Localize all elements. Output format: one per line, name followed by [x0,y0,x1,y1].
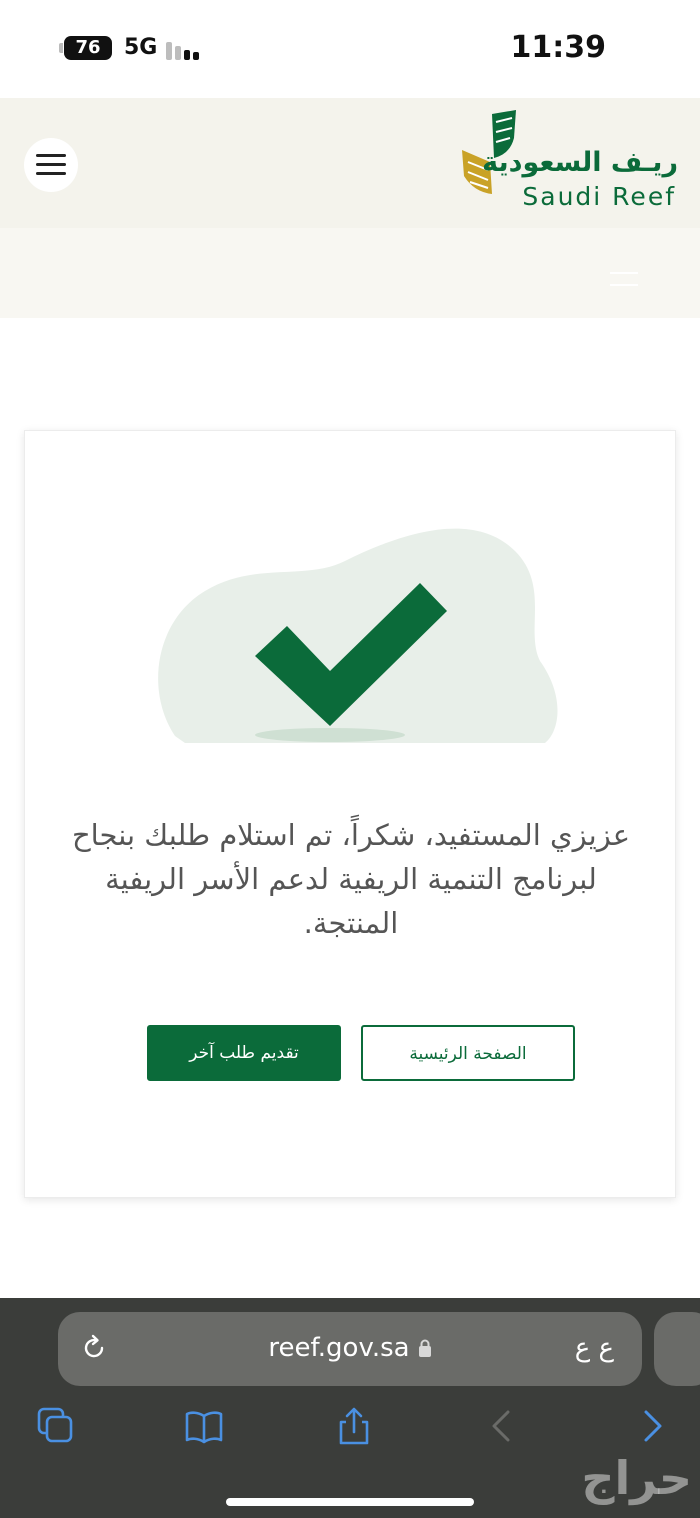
browser-toolbar: reef.gov.sa ع ع حراج [0,1298,700,1518]
signal-icon [166,36,206,60]
bookmarks-icon[interactable] [184,1406,224,1446]
url-display[interactable]: reef.gov.sa [58,1332,642,1364]
address-bar[interactable]: reef.gov.sa ع ع [58,1312,642,1386]
menu-icon [36,163,66,166]
site-header: ريـف السعودية Saudi Reef [0,98,700,228]
menu-button[interactable] [24,138,78,192]
network-label: 5G [124,35,158,60]
url-text: reef.gov.sa [268,1333,410,1363]
divider [610,272,638,274]
battery-indicator: 76 [59,36,112,60]
share-icon[interactable] [334,1406,374,1446]
logo-english-text: Saudi Reef [522,182,676,211]
success-message: عزيزي المستفيد، شكراً، تم استلام طلبك بن… [71,818,631,940]
sub-header-band [0,228,700,318]
page: 76 5G 11:39 ريـف السعودية Saudi Reef عزي… [0,0,700,1518]
confirmation-card: عزيزي المستفيد، شكراً، تم استلام طلبك بن… [24,430,676,1198]
home-page-button[interactable]: الصفحة الرئيسية [361,1025,575,1081]
saudi-reef-logo[interactable]: ريـف السعودية Saudi Reef [458,110,678,218]
divider [610,284,638,286]
success-illustration [158,528,558,743]
next-tab-preview[interactable] [654,1312,700,1386]
tabs-icon[interactable] [36,1406,76,1446]
menu-icon [36,172,66,175]
back-icon[interactable] [482,1406,522,1446]
page-settings-button[interactable]: ع ع [575,1332,614,1364]
watermark: حراج [581,1451,692,1505]
lock-icon [418,1339,431,1357]
logo-arabic-text: ريـف السعودية [482,147,678,178]
menu-icon [36,154,66,157]
submit-another-button[interactable]: تقديم طلب آخر [147,1025,341,1081]
forward-icon[interactable] [632,1406,672,1446]
status-bar: 76 5G 11:39 [0,0,700,98]
clock: 11:39 [510,30,607,65]
home-indicator [226,1498,474,1506]
